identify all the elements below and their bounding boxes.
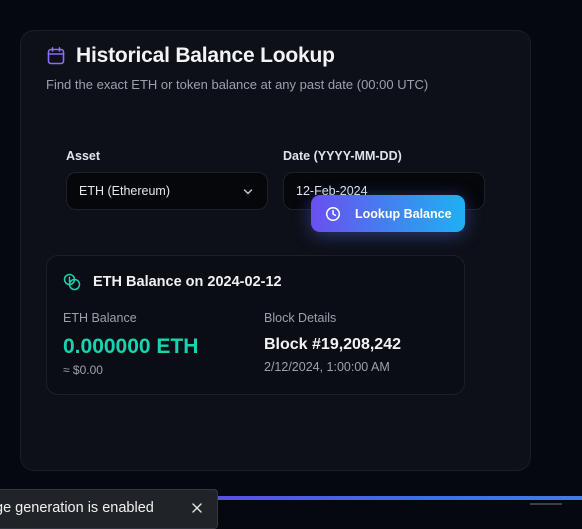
close-icon[interactable] [191, 502, 203, 514]
scroll-indicator [530, 503, 562, 505]
block-time: 2/12/2024, 1:00:00 AM [264, 360, 390, 374]
lookup-balance-label: Lookup Balance [355, 206, 452, 221]
progress-bar [216, 496, 582, 500]
page-subtitle: Find the exact ETH or token balance at a… [46, 77, 429, 92]
usd-value: ≈ $0.00 [63, 363, 103, 377]
page-title: Historical Balance Lookup [76, 44, 335, 67]
balance-value: 0.000000 ETH [63, 335, 199, 358]
block-details-label: Block Details [264, 311, 337, 325]
block-number: Block #19,208,242 [264, 336, 401, 353]
result-title: ETH Balance on 2024-02-12 [93, 274, 282, 290]
result-panel: ETH Balance on 2024-02-12 ETH Balance 0.… [46, 255, 465, 395]
asset-select-value: ETH (Ethereum) [79, 184, 170, 198]
date-label: Date (YYYY-MM-DD) [283, 149, 402, 163]
coins-icon [63, 273, 81, 291]
calendar-icon [46, 46, 66, 66]
asset-select[interactable]: ETH (Ethereum) [66, 172, 268, 210]
balance-label: ETH Balance [63, 311, 137, 325]
asset-label: Asset [66, 149, 101, 163]
lookup-balance-button[interactable]: Lookup Balance [311, 195, 465, 232]
historical-balance-card [20, 30, 531, 471]
header: Historical Balance Lookup [46, 44, 335, 68]
notification-toast: ge generation is enabled [0, 489, 218, 529]
result-header: ETH Balance on 2024-02-12 [63, 273, 282, 291]
chevron-down-icon [243, 186, 253, 196]
clock-icon [325, 206, 341, 222]
